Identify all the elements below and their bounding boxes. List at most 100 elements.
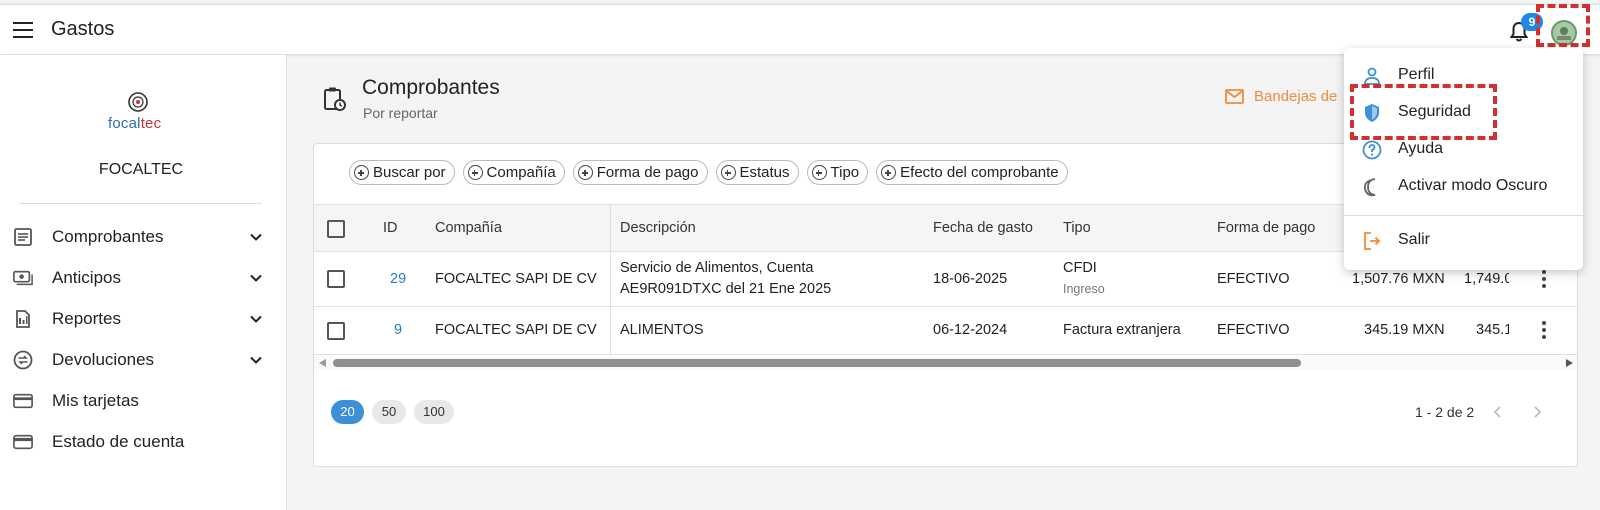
add-circle-icon (577, 165, 593, 180)
logo-text: focaltec (108, 115, 162, 132)
page-size-100[interactable]: 100 (414, 400, 454, 424)
menu-item-modo-oscuro[interactable]: Activar modo Oscuro (1344, 168, 1583, 204)
filter-chips: Buscar por Compañía Forma de pago Estatu… (349, 160, 1068, 185)
row-payment: EFECTIVO (1217, 271, 1290, 287)
logout-icon (1364, 232, 1381, 250)
moon-icon (1363, 178, 1376, 197)
row-company: FOCALTEC SAPI DE CV (435, 271, 597, 287)
sidebar: focaltec FOCALTEC Comprobantes Anticipos… (0, 55, 287, 510)
column-header-fecha[interactable]: Fecha de gasto (933, 220, 1033, 236)
row-description-line2: AE9R091DTXC del 21 Ene 2025 (620, 281, 832, 297)
sidebar-divider (20, 203, 262, 204)
sidebar-item-comprobantes[interactable]: Comprobantes (0, 218, 282, 256)
menu-divider (1344, 215, 1583, 216)
row-checkbox[interactable] (327, 270, 345, 288)
sidebar-item-label: Reportes (52, 309, 121, 328)
menu-item-label: Perfil (1398, 66, 1435, 83)
column-divider (610, 205, 611, 251)
column-divider (610, 307, 611, 355)
bandejas-label: Bandejas de (1254, 88, 1338, 105)
sidebar-item-anticipos[interactable]: Anticipos (0, 259, 282, 297)
add-circle-icon (467, 165, 483, 180)
add-circle-icon (881, 165, 897, 180)
user-menu: Perfil Seguridad Ayuda Activar modo Oscu… (1344, 48, 1583, 270)
filter-chip-buscar-por[interactable]: Buscar por (349, 160, 455, 185)
scroll-right-icon[interactable] (1566, 359, 1573, 367)
document-list-icon (13, 228, 33, 246)
pagination-range: 1 - 2 de 2 (1415, 404, 1475, 420)
chevron-right-icon[interactable] (1532, 406, 1542, 418)
sidebar-item-label: Comprobantes (52, 227, 164, 246)
page-title: Comprobantes (362, 76, 500, 99)
column-header-forma-de-pago[interactable]: Forma de pago (1217, 220, 1315, 236)
page-size-50[interactable]: 50 (372, 400, 406, 424)
refund-icon (13, 350, 33, 370)
add-circle-icon (720, 165, 736, 180)
top-app-bar: Gastos 9 (0, 4, 1600, 54)
menu-item-label: Salir (1398, 231, 1431, 248)
menu-item-salir[interactable]: Salir (1344, 222, 1583, 258)
sidebar-item-reportes[interactable]: Reportes (0, 300, 282, 338)
row-total: 1,749.0( (1464, 271, 1509, 287)
add-circle-icon (811, 165, 827, 180)
money-icon (13, 269, 33, 287)
chevron-down-icon (250, 274, 262, 282)
table-row[interactable]: 9 FOCALTEC SAPI DE CV ALIMENTOS 06-12-20… (314, 307, 1577, 355)
row-date: 18-06-2025 (933, 271, 1008, 287)
chevron-down-icon (250, 233, 262, 241)
sidebar-item-devoluciones[interactable]: Devoluciones (0, 341, 282, 379)
person-icon (1364, 67, 1380, 85)
sidebar-item-label: Anticipos (52, 268, 121, 287)
page-size-20[interactable]: 20 (331, 400, 364, 424)
sidebar-item-label: Estado de cuenta (52, 432, 185, 451)
chevron-left-icon[interactable] (1493, 406, 1503, 418)
column-header-compania[interactable]: Compañía (435, 220, 502, 236)
page-subtitle: Por reportar (363, 105, 438, 121)
menu-item-label: Ayuda (1398, 140, 1444, 157)
company-name: FOCALTEC (98, 161, 184, 178)
row-company: FOCALTEC SAPI DE CV (435, 322, 597, 338)
more-vert-icon[interactable] (1542, 321, 1546, 342)
app-title: Gastos (51, 18, 115, 40)
column-header-id[interactable]: ID (383, 220, 398, 236)
row-amount: 1,507.76 MXN (1352, 271, 1445, 287)
row-id-link[interactable]: 9 (394, 322, 402, 338)
sidebar-item-mis-tarjetas[interactable]: Mis tarjetas (0, 382, 282, 420)
filter-chip-estatus[interactable]: Estatus (715, 160, 799, 185)
sidebar-item-estado-de-cuenta[interactable]: Estado de cuenta (0, 423, 282, 461)
more-vert-icon[interactable] (1542, 270, 1546, 291)
column-header-descripcion[interactable]: Descripción (620, 220, 696, 236)
mail-icon (1225, 89, 1244, 104)
filter-chip-compania[interactable]: Compañía (462, 160, 565, 185)
row-type: CFDI (1063, 260, 1097, 276)
wallet-icon (13, 433, 33, 451)
row-description-line1: ALIMENTOS (620, 322, 704, 338)
row-checkbox[interactable] (327, 322, 345, 340)
add-circle-icon (354, 165, 369, 180)
column-header-tipo[interactable]: Tipo (1063, 220, 1091, 236)
horizontal-scrollbar[interactable] (314, 356, 1577, 370)
row-payment: EFECTIVO (1217, 322, 1290, 338)
filter-chip-tipo[interactable]: Tipo (806, 160, 869, 185)
sidebar-item-label: Mis tarjetas (52, 391, 139, 410)
avatar-highlight (1536, 4, 1590, 47)
row-type-sub: Ingreso (1063, 282, 1105, 296)
help-icon (1362, 140, 1382, 160)
filter-chip-efecto[interactable]: Efecto del comprobante (876, 160, 1068, 185)
report-icon (13, 310, 33, 328)
row-type: Factura extranjera (1063, 322, 1181, 338)
credit-card-icon (13, 392, 33, 410)
scrollbar-thumb[interactable] (333, 359, 1301, 367)
sidebar-item-label: Devoluciones (52, 350, 155, 369)
row-total: 345.1! (1476, 322, 1509, 338)
select-all-checkbox[interactable] (327, 220, 345, 238)
bandejas-link[interactable]: Bandejas de (1225, 88, 1337, 105)
scroll-left-icon[interactable] (319, 359, 326, 367)
seguridad-highlight (1350, 84, 1497, 140)
clipboard-clock-icon (324, 87, 346, 111)
menu-icon[interactable] (13, 22, 33, 38)
logo-icon (128, 92, 148, 112)
row-id-link[interactable]: 29 (390, 271, 406, 287)
menu-item-label: Activar modo Oscuro (1398, 177, 1548, 194)
filter-chip-forma-de-pago[interactable]: Forma de pago (572, 160, 708, 185)
